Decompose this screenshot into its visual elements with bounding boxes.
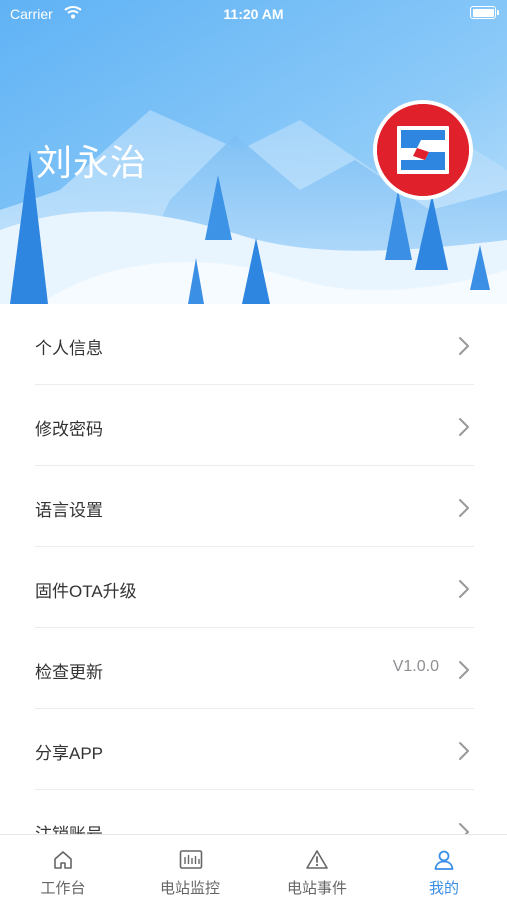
menu-item-delete-account[interactable]: 注销账号 [35, 790, 474, 834]
menu-item-check-update[interactable]: 检查更新 V1.0.0 [35, 628, 474, 709]
chevron-right-icon [459, 580, 469, 598]
profile-header: Carrier 11:20 AM 刘永治 [0, 0, 507, 304]
warning-icon [306, 850, 328, 869]
menu-item-personal-info[interactable]: 个人信息 [35, 304, 474, 385]
menu-item-label: 固件OTA升级 [35, 582, 137, 601]
chevron-right-icon [459, 499, 469, 517]
tab-workbench[interactable]: 工作台 [0, 835, 126, 900]
menu-item-change-password[interactable]: 修改密码 [35, 385, 474, 466]
user-icon [434, 850, 454, 870]
menu-item-label: 检查更新 [35, 663, 103, 682]
version-value: V1.0.0 [392, 658, 439, 675]
monitor-icon [179, 850, 203, 869]
chevron-right-icon [459, 337, 469, 355]
home-icon [54, 851, 72, 869]
chevron-right-icon [459, 418, 469, 436]
menu-item-share-app[interactable]: 分享APP [35, 709, 474, 790]
tab-station-monitor[interactable]: 电站监控 [127, 835, 253, 900]
tab-label: 电站监控 [159, 880, 220, 897]
tab-mine[interactable]: 我的 [381, 835, 507, 900]
bottom-tab-bar: 工作台 电站监控 电站事件 我的 [0, 834, 507, 900]
menu-item-label: 分享APP [35, 744, 104, 763]
avatar[interactable] [373, 100, 473, 200]
chevron-right-icon [459, 661, 469, 679]
status-bar: Carrier 11:20 AM [0, 0, 507, 28]
menu-item-label: 修改密码 [35, 420, 103, 439]
user-name: 刘永治 [36, 142, 148, 183]
menu-item-label: 语言设置 [35, 501, 103, 520]
tab-label: 工作台 [40, 880, 86, 897]
settings-menu: 个人信息 修改密码 语言设置 固件OTA升级 检查更新 V1.0.0 分享APP… [0, 304, 507, 834]
brand-logo-icon [377, 104, 469, 196]
menu-item-firmware-ota[interactable]: 固件OTA升级 [35, 547, 474, 628]
tab-label: 我的 [428, 880, 459, 897]
tab-station-events[interactable]: 电站事件 [254, 835, 380, 900]
menu-item-label: 个人信息 [35, 339, 103, 358]
menu-item-label: 注销账号 [35, 820, 103, 834]
menu-item-language[interactable]: 语言设置 [35, 466, 474, 547]
chevron-right-icon [459, 823, 469, 834]
chevron-right-icon [459, 742, 469, 760]
battery-icon [470, 6, 499, 19]
status-time: 11:20 AM [223, 6, 284, 22]
tab-label: 电站事件 [286, 880, 347, 897]
